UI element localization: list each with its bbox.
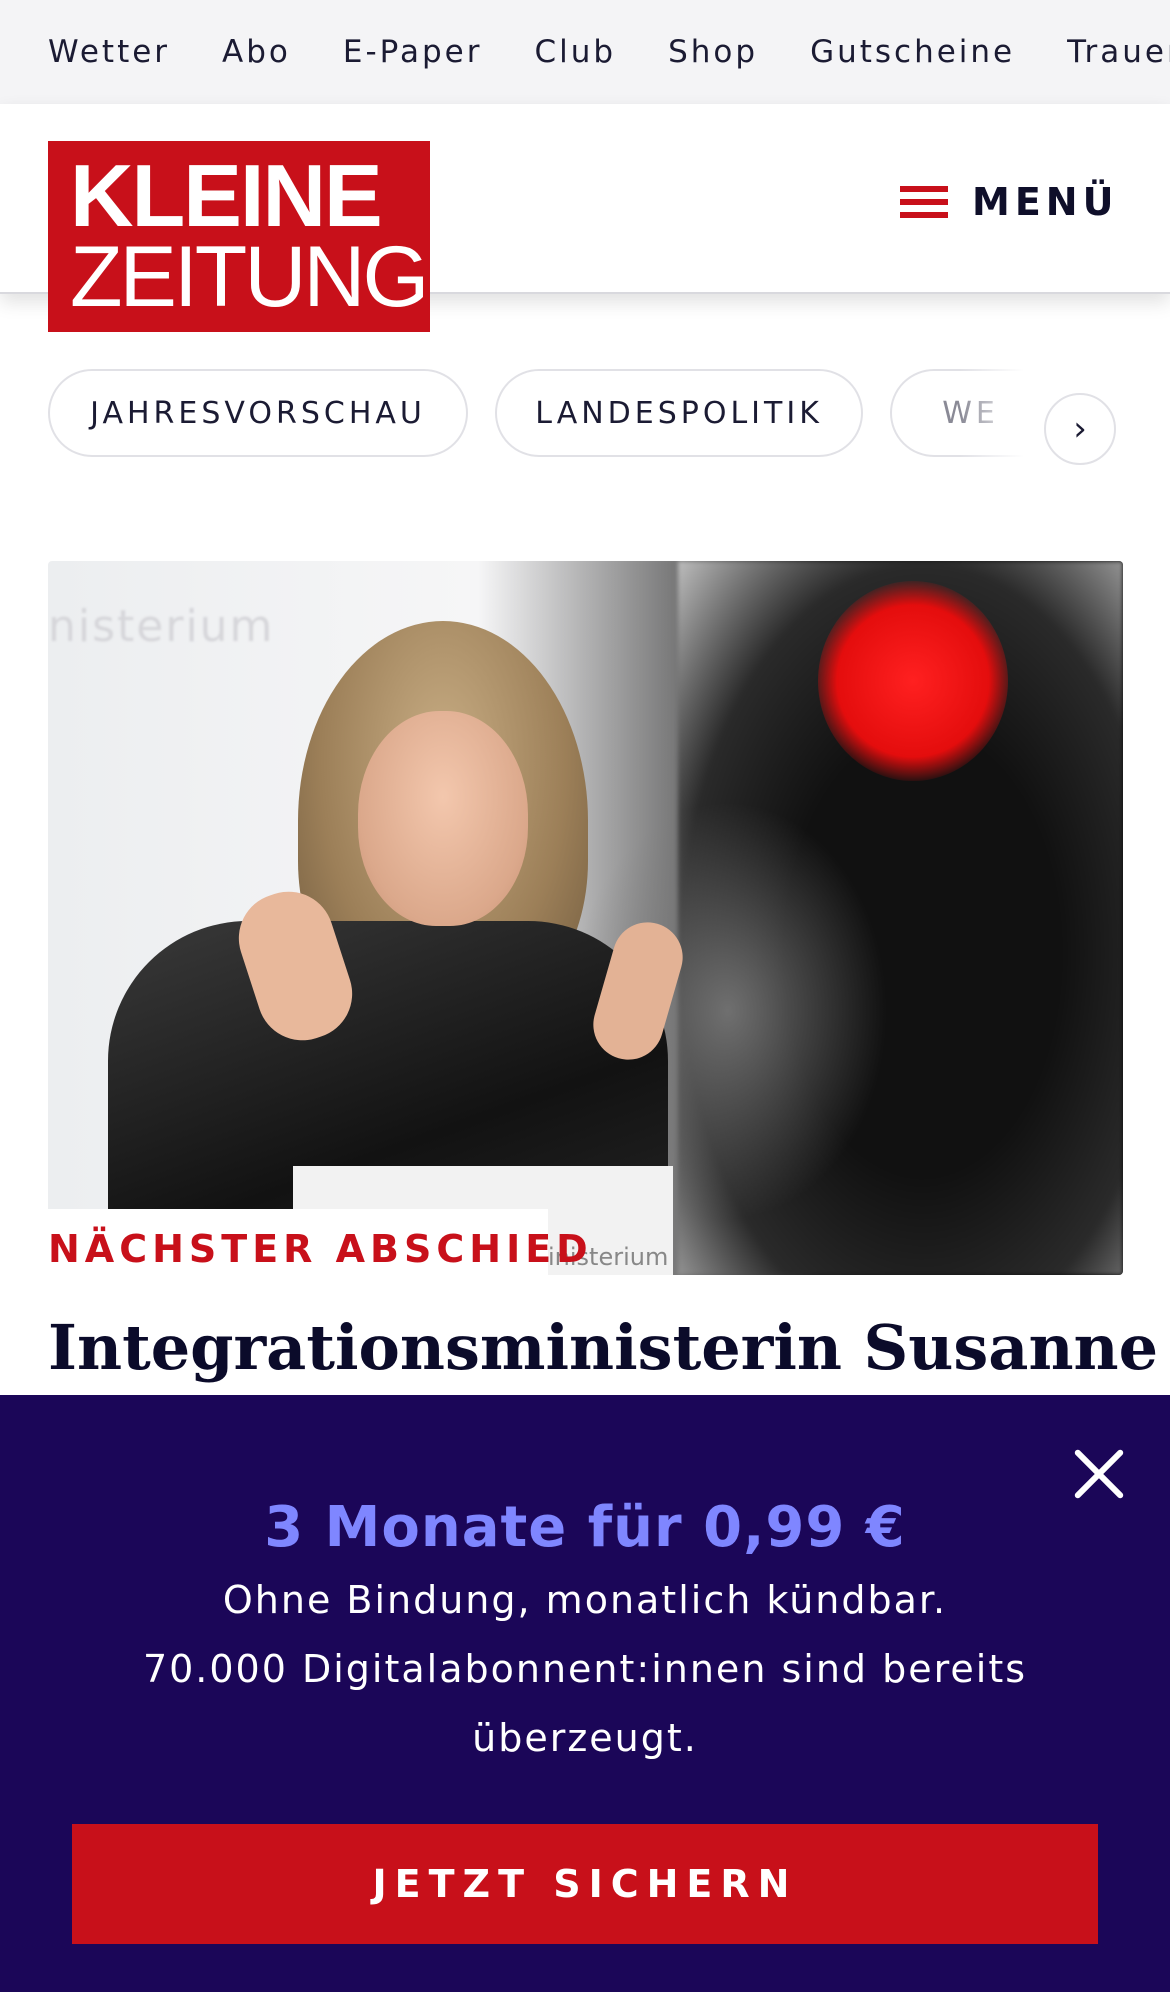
menu-label: MENÜ bbox=[972, 180, 1119, 224]
nav-link-trauerportal[interactable]: Trauerp bbox=[1067, 34, 1170, 70]
promo-text-line-1: Ohne Bindung, monatlich kündbar. bbox=[222, 1578, 948, 1622]
promo-offer: 3 Monate für 0,99 € bbox=[264, 1495, 906, 1560]
chevron-right-icon: › bbox=[1073, 409, 1087, 449]
site-header: KLEINE ZEITUNG MENÜ bbox=[0, 104, 1170, 332]
hero-image[interactable]: nisterium inisterium bbox=[48, 561, 1123, 1275]
pill-jahresvorschau[interactable]: JAHRESVORSCHAU bbox=[48, 369, 468, 457]
logo-line-2: ZEITUNG bbox=[70, 229, 429, 325]
menu-button[interactable]: MENÜ bbox=[900, 174, 1118, 230]
article-headline[interactable]: Integrationsministerin Susanne bbox=[48, 1308, 1158, 1388]
pill-landespolitik[interactable]: LANDESPOLITIK bbox=[495, 369, 864, 457]
nav-link-shop[interactable]: Shop bbox=[668, 34, 758, 70]
logo-line-1: KLEINE bbox=[70, 146, 383, 245]
nav-link-abo[interactable]: Abo bbox=[222, 34, 291, 70]
subscription-banner: 3 Monate für 0,99 € Ohne Bindung, monatl… bbox=[0, 1395, 1170, 1992]
pills-next-button[interactable]: › bbox=[1044, 393, 1116, 465]
subscribe-cta-button[interactable]: JETZT SICHERN bbox=[72, 1824, 1098, 1944]
page: Wetter Abo E-Paper Club Shop Gutscheine … bbox=[0, 0, 1170, 1992]
nav-link-epaper[interactable]: E-Paper bbox=[343, 34, 483, 70]
nav-link-gutscheine[interactable]: Gutscheine bbox=[810, 34, 1015, 70]
promo-text-line-3: überzeugt. bbox=[472, 1716, 698, 1760]
topic-pills: JAHRESVORSCHAU LANDESPOLITIK WE bbox=[48, 369, 1108, 459]
hero-red-light bbox=[818, 581, 1008, 781]
top-utility-nav: Wetter Abo E-Paper Club Shop Gutscheine … bbox=[0, 0, 1170, 104]
hero-wall-text: nisterium bbox=[48, 601, 275, 652]
article-kicker: NÄCHSTER ABSCHIED bbox=[48, 1227, 593, 1271]
nav-link-club[interactable]: Club bbox=[534, 34, 616, 70]
hamburger-icon bbox=[900, 184, 948, 220]
hero-person-face bbox=[358, 711, 528, 926]
nav-link-wetter[interactable]: Wetter bbox=[48, 34, 170, 70]
site-logo[interactable]: KLEINE ZEITUNG bbox=[48, 141, 430, 332]
promo-text-line-2: 70.000 Digitalabonnent:innen sind bereit… bbox=[142, 1647, 1028, 1691]
